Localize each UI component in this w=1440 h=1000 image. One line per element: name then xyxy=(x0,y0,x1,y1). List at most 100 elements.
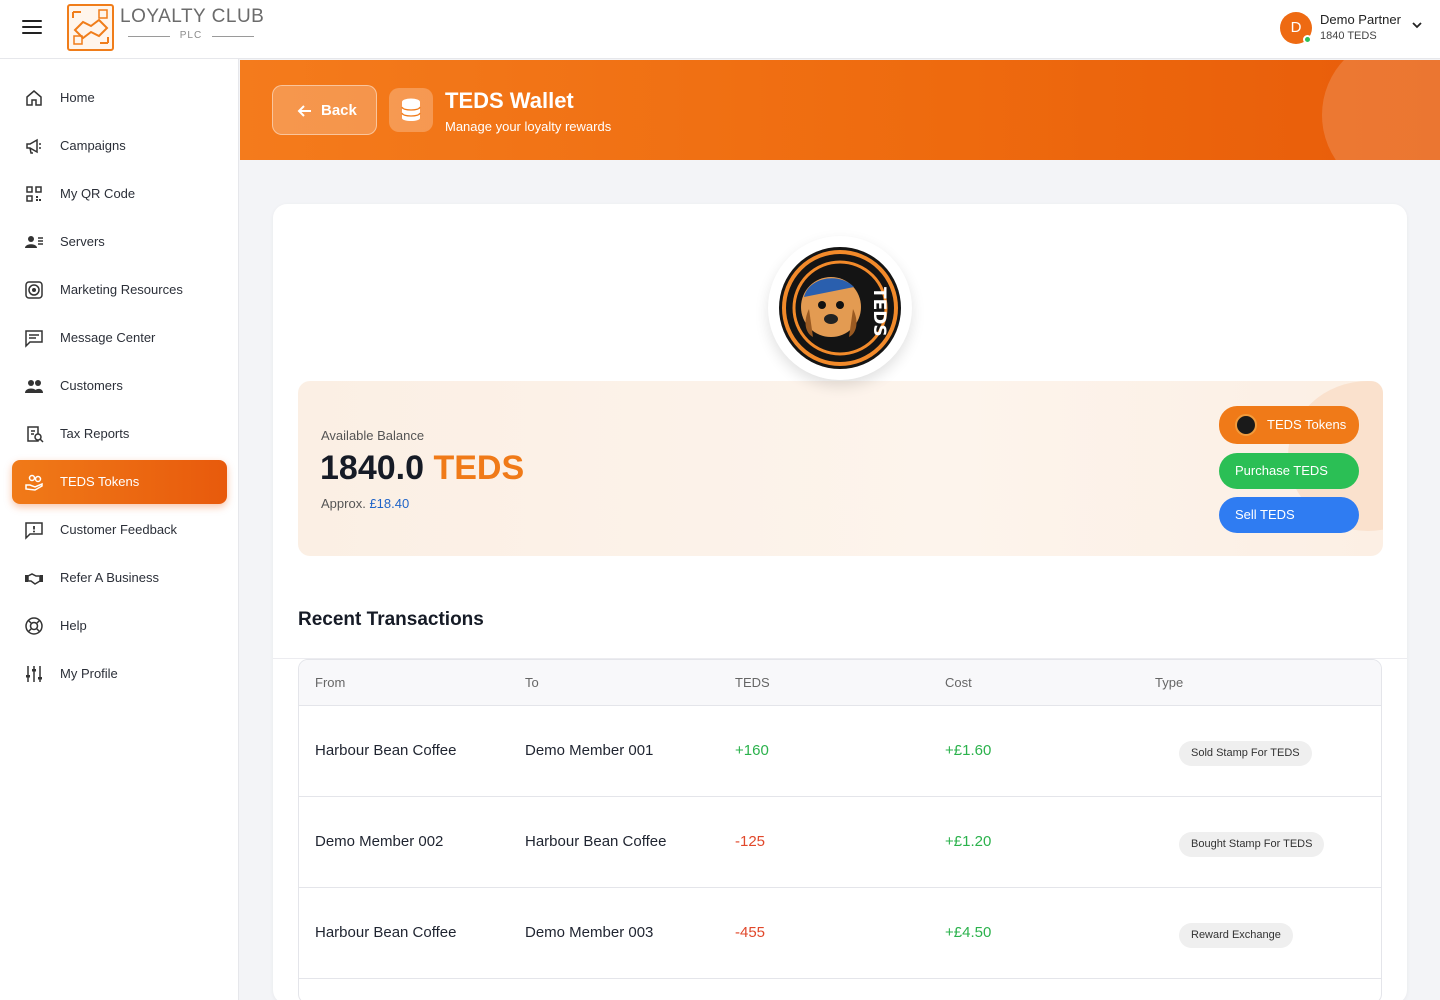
sidebar-item-customer-feedback[interactable]: Customer Feedback xyxy=(12,508,227,552)
sidebar-item-label: Customer Feedback xyxy=(60,522,178,537)
balance-amount: 1840.0 TEDS xyxy=(320,449,524,488)
sidebar-item-customers[interactable]: Customers xyxy=(12,364,227,408)
column-header-cost: Cost xyxy=(945,675,972,690)
table-row[interactable]: Harbour Bean Coffee Demo Member 001 +160… xyxy=(299,706,1381,797)
sidebar-item-label: Help xyxy=(60,618,87,633)
hamburger-menu-icon[interactable] xyxy=(22,19,42,35)
sell-teds-button[interactable]: Sell TEDS xyxy=(1219,497,1359,533)
balance-panel: Available Balance 1840.0 TEDS Approx. £1… xyxy=(298,381,1383,556)
message-icon xyxy=(25,330,43,348)
cell-from: Harbour Bean Coffee xyxy=(315,924,457,941)
sidebar-item-home[interactable]: Home xyxy=(12,76,227,120)
teds-tokens-button[interactable]: TEDS Tokens xyxy=(1219,406,1359,444)
brand-sub: PLC xyxy=(122,30,260,41)
sidebar-item-refer-a-business[interactable]: Refer A Business xyxy=(12,556,227,600)
sidebar-item-marketing-resources[interactable]: Marketing Resources xyxy=(12,268,227,312)
cell-cost: +£4.50 xyxy=(945,924,992,941)
sidebar-item-label: Message Center xyxy=(60,330,156,345)
sidebar-item-label: Servers xyxy=(60,234,105,249)
cell-cost: +£1.60 xyxy=(945,742,992,759)
sidebar-item-my-profile[interactable]: My Profile xyxy=(12,652,227,696)
sidebar-item-help[interactable]: Help xyxy=(12,604,227,648)
home-icon xyxy=(26,90,42,106)
tax-report-icon xyxy=(27,426,44,443)
sidebar-item-label: Campaigns xyxy=(60,138,126,153)
sidebar-item-label: Marketing Resources xyxy=(60,282,183,297)
sidebar-item-label: Home xyxy=(60,90,95,105)
balance-label: Available Balance xyxy=(321,428,425,443)
cell-to: Demo Member 003 xyxy=(525,924,654,941)
table-row[interactable]: Harbour Bean Coffee Demo Member 003 -455… xyxy=(299,888,1381,979)
page-subtitle: Manage your loyalty rewards xyxy=(445,119,612,134)
balance-approx: Approx. £18.40 xyxy=(321,496,409,511)
sidebar: Home Campaigns My QR Code Servers Market… xyxy=(0,59,239,1000)
target-icon xyxy=(25,281,43,299)
chevron-down-icon xyxy=(1412,22,1422,29)
online-status-dot xyxy=(1303,35,1312,44)
sidebar-item-teds-tokens[interactable]: TEDS Tokens xyxy=(12,460,227,504)
tokens-hand-icon xyxy=(25,474,43,491)
user-menu[interactable]: D Demo Partner 1840 TEDS xyxy=(1270,4,1434,51)
approx-prefix: Approx. xyxy=(321,496,366,511)
customers-icon xyxy=(25,380,43,393)
cell-teds: +160 xyxy=(735,742,769,759)
sliders-icon xyxy=(26,666,42,682)
loyalty-club-logo-icon xyxy=(67,4,114,51)
page-title: TEDS Wallet xyxy=(445,88,574,113)
cell-teds: -125 xyxy=(735,833,766,850)
purchase-teds-button[interactable]: Purchase TEDS xyxy=(1219,453,1359,489)
cell-teds: -455 xyxy=(735,924,766,941)
sidebar-item-label: My Profile xyxy=(60,666,118,681)
coins-stack-icon xyxy=(389,88,433,132)
recent-transactions-title: Recent Transactions xyxy=(298,609,484,630)
brand-name: LOYALTY CLUB xyxy=(120,6,265,27)
approx-value: £18.40 xyxy=(369,496,410,511)
column-header-to: To xyxy=(525,675,539,690)
teds-tokens-label: TEDS Tokens xyxy=(1267,417,1347,432)
sidebar-item-label: TEDS Tokens xyxy=(60,474,140,489)
column-header-teds: TEDS xyxy=(735,675,770,690)
teds-coin-icon xyxy=(1235,414,1257,436)
balance-unit: TEDS xyxy=(433,449,525,487)
feedback-icon xyxy=(25,522,43,540)
type-badge: Bought Stamp For TEDS xyxy=(1179,832,1325,857)
handshake-icon xyxy=(25,573,43,585)
cell-to: Harbour Bean Coffee xyxy=(525,833,667,850)
sidebar-item-campaigns[interactable]: Campaigns xyxy=(12,124,227,168)
svg-text:TEDS: TEDS xyxy=(869,287,889,337)
sidebar-item-label: My QR Code xyxy=(60,186,136,201)
sidebar-item-message-center[interactable]: Message Center xyxy=(12,316,227,360)
cell-cost: +£1.20 xyxy=(945,833,992,850)
servers-icon xyxy=(25,236,43,248)
transactions-table: From To TEDS Cost Type Harbour Bean Coff… xyxy=(298,659,1382,1000)
back-button[interactable]: Back xyxy=(272,85,377,135)
sidebar-item-label: Tax Reports xyxy=(60,426,130,441)
cell-from: Demo Member 002 xyxy=(315,833,444,850)
column-header-type: Type xyxy=(1155,675,1184,690)
cell-from: Harbour Bean Coffee xyxy=(315,742,457,759)
sidebar-item-servers[interactable]: Servers xyxy=(12,220,227,264)
cell-to: Demo Member 001 xyxy=(525,742,654,759)
sidebar-item-tax-reports[interactable]: Tax Reports xyxy=(12,412,227,456)
page-header-banner: Back TEDS Wallet Manage your loyalty rew… xyxy=(240,60,1440,160)
sidebar-item-label: Refer A Business xyxy=(60,570,159,585)
teds-coin-icon: TEDS xyxy=(779,247,901,369)
type-badge: Sold Stamp For TEDS xyxy=(1179,741,1312,766)
table-header: From To TEDS Cost Type xyxy=(299,660,1381,706)
column-header-from: From xyxy=(315,675,346,690)
sidebar-item-my-qr-code[interactable]: My QR Code xyxy=(12,172,227,216)
qr-code-icon xyxy=(26,186,42,202)
lifebuoy-icon xyxy=(25,617,43,635)
user-name: Demo Partner xyxy=(1320,12,1401,27)
megaphone-icon xyxy=(26,138,41,154)
sell-teds-label: Sell TEDS xyxy=(1235,507,1295,522)
type-badge: Reward Exchange xyxy=(1179,923,1293,948)
balance-value: 1840.0 xyxy=(320,449,424,487)
teds-token-logo: TEDS xyxy=(768,236,912,380)
back-button-label: Back xyxy=(321,102,357,119)
table-row[interactable]: Demo Member 002 Harbour Bean Coffee -125… xyxy=(299,797,1381,888)
sidebar-item-label: Customers xyxy=(60,378,123,393)
decorative-circle xyxy=(1322,60,1440,160)
top-bar: LOYALTY CLUB PLC D Demo Partner 1840 TED… xyxy=(0,0,1440,59)
arrow-left-icon xyxy=(297,105,311,117)
